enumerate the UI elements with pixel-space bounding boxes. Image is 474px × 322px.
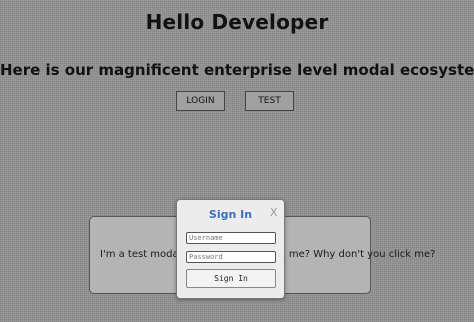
signin-modal: Sign In X Sign In [176,199,285,299]
page-subtitle: Here is our magnificent enterprise level… [0,61,474,79]
login-button[interactable]: LOGIN [176,91,225,111]
signin-submit-button[interactable]: Sign In [186,269,276,288]
close-icon[interactable]: X [270,207,278,218]
username-input[interactable] [186,232,276,244]
test-button[interactable]: TEST [245,91,294,111]
password-input[interactable] [186,251,276,263]
signin-title: Sign In [208,208,253,221]
page-title: Hello Developer [145,10,329,34]
